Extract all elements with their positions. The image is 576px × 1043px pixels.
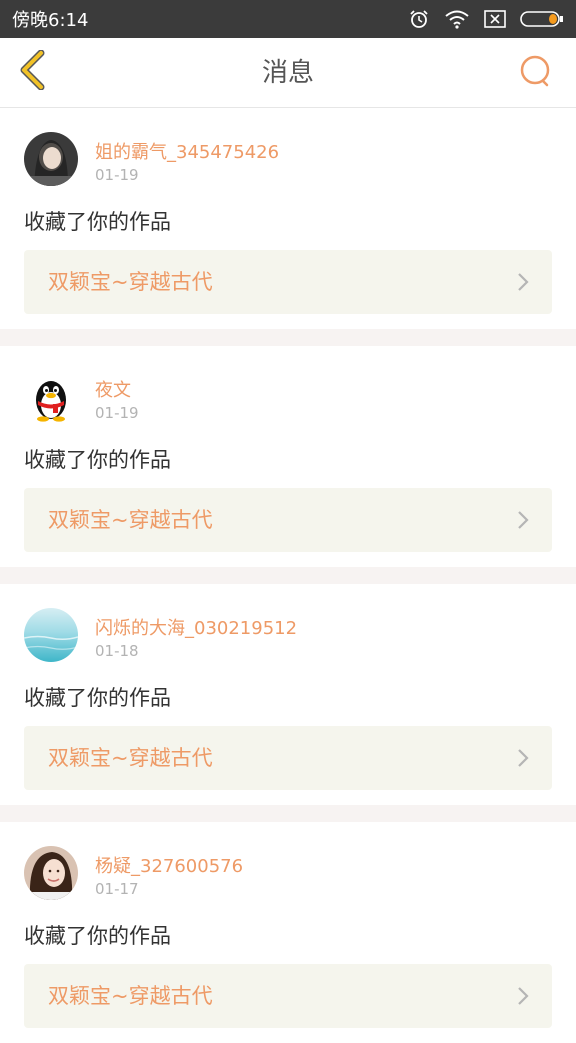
avatar[interactable] <box>24 608 78 662</box>
work-link[interactable]: 双颖宝~穿越古代 <box>24 964 552 1028</box>
avatar[interactable] <box>24 846 78 900</box>
chevron-right-icon <box>516 986 530 1006</box>
status-time: 傍晚6:14 <box>12 10 89 31</box>
status-icons <box>408 8 564 30</box>
message-date: 01-17 <box>95 880 139 898</box>
message-list: 姐的霸气_345475426 01-19 收藏了你的作品 双颖宝~穿越古代 夜文… <box>0 108 576 1043</box>
chevron-right-icon <box>516 748 530 768</box>
message-action: 收藏了你的作品 <box>24 448 171 472</box>
status-bar: 傍晚6:14 <box>0 0 576 38</box>
message-card: 姐的霸气_345475426 01-19 收藏了你的作品 双颖宝~穿越古代 <box>0 108 576 329</box>
message-action: 收藏了你的作品 <box>24 686 171 710</box>
work-link[interactable]: 双颖宝~穿越古代 <box>24 726 552 790</box>
work-title: 双颖宝~穿越古代 <box>48 270 213 294</box>
work-link[interactable]: 双颖宝~穿越古代 <box>24 488 552 552</box>
avatar[interactable] <box>24 132 78 186</box>
work-link[interactable]: 双颖宝~穿越古代 <box>24 250 552 314</box>
message-card: 闪烁的大海_030219512 01-18 收藏了你的作品 双颖宝~穿越古代 <box>0 584 576 805</box>
page-title: 消息 <box>261 58 314 88</box>
username[interactable]: 闪烁的大海_030219512 <box>95 614 297 640</box>
sim-icon <box>484 10 506 28</box>
message-date: 01-18 <box>95 642 139 660</box>
separator <box>0 329 576 346</box>
message-date: 01-19 <box>95 404 139 422</box>
username[interactable]: 夜文 <box>95 376 131 402</box>
work-title: 双颖宝~穿越古代 <box>48 746 213 770</box>
separator <box>0 567 576 584</box>
work-title: 双颖宝~穿越古代 <box>48 984 213 1008</box>
chevron-right-icon <box>516 510 530 530</box>
work-title: 双颖宝~穿越古代 <box>48 508 213 532</box>
message-action: 收藏了你的作品 <box>24 924 171 948</box>
wifi-icon <box>444 9 470 29</box>
message-card: 夜文 01-19 收藏了你的作品 双颖宝~穿越古代 <box>0 346 576 567</box>
message-action: 收藏了你的作品 <box>24 210 171 234</box>
username[interactable]: 杨疑_327600576 <box>95 852 243 878</box>
search-button[interactable] <box>518 55 554 91</box>
alarm-icon <box>408 8 430 30</box>
chevron-right-icon <box>516 272 530 292</box>
app-header: 消息 <box>0 38 576 108</box>
username[interactable]: 姐的霸气_345475426 <box>95 138 279 164</box>
message-card: 杨疑_327600576 01-17 收藏了你的作品 双颖宝~穿越古代 <box>0 822 576 1043</box>
avatar[interactable] <box>24 370 78 424</box>
battery-icon <box>520 10 564 28</box>
message-date: 01-19 <box>95 166 139 184</box>
separator <box>0 805 576 822</box>
search-icon <box>519 54 553 92</box>
